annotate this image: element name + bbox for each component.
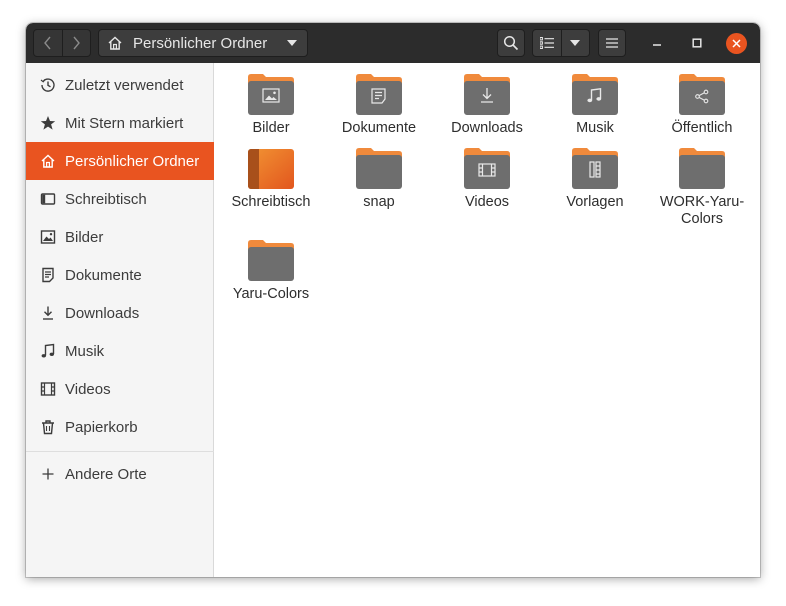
file-label: Dokumente — [341, 120, 417, 136]
sidebar-item-label: Papierkorb — [65, 418, 138, 436]
menu-button[interactable] — [598, 29, 626, 57]
document-icon — [40, 267, 56, 283]
file-label: Öffentlich — [671, 120, 733, 136]
download-icon — [40, 305, 56, 321]
minimize-icon — [653, 44, 661, 46]
chevron-right-icon — [73, 36, 81, 50]
folder-downloads-icon — [464, 74, 510, 115]
sidebar-item-videos[interactable]: Videos — [26, 370, 214, 408]
view-toggle-group — [532, 29, 590, 57]
sidebar-item-desktop[interactable]: Schreibtisch — [26, 180, 214, 218]
folder-item[interactable]: Öffentlich — [654, 72, 750, 137]
sidebar-item-home[interactable]: Persönlicher Ordner — [26, 142, 214, 180]
folder-item[interactable]: Yaru-Colors — [223, 238, 319, 303]
folder-documents-icon — [356, 74, 402, 115]
folder-item[interactable]: Musik — [547, 72, 643, 137]
file-view: Bilder Dokumente Downloads Musik Öffentl… — [215, 63, 760, 577]
sidebar-item-music[interactable]: Musik — [26, 332, 214, 370]
music-icon — [40, 343, 56, 359]
folder-public-share-icon — [679, 74, 725, 115]
sidebar-item-label: Zuletzt verwendet — [65, 76, 184, 94]
sidebar-item-other-places[interactable]: Andere Orte — [26, 455, 214, 493]
folder-item[interactable]: Schreibtisch — [223, 146, 319, 211]
path-label: Persönlicher Ordner — [133, 34, 268, 52]
folder-item[interactable]: Downloads — [439, 72, 535, 137]
hamburger-menu-icon — [606, 38, 618, 48]
image-icon — [40, 229, 56, 245]
close-icon — [732, 39, 741, 48]
file-label: Bilder — [252, 120, 290, 136]
maximize-button[interactable] — [685, 29, 709, 57]
search-button[interactable] — [497, 29, 525, 57]
sidebar-item-label: Persönlicher Ordner — [65, 152, 200, 170]
close-button[interactable] — [726, 33, 747, 54]
sidebar-item-downloads[interactable]: Downloads — [26, 294, 214, 332]
sidebar: Zuletzt verwendet Mit Stern markiert Per… — [26, 63, 214, 577]
header-bar: Persönlicher Ordner — [26, 23, 760, 63]
sidebar-item-trash[interactable]: Papierkorb — [26, 408, 214, 446]
sidebar-item-label: Videos — [65, 380, 111, 398]
file-label: Schreibtisch — [231, 194, 311, 210]
sidebar-item-recent[interactable]: Zuletzt verwendet — [26, 66, 214, 104]
minimize-button[interactable] — [645, 29, 669, 57]
sidebar-item-label: Andere Orte — [65, 465, 147, 483]
folder-icon — [356, 148, 402, 189]
file-label: WORK-Yaru-Colors — [659, 194, 745, 227]
back-button[interactable] — [34, 30, 62, 56]
folder-icon — [679, 148, 725, 189]
folder-item[interactable]: Videos — [439, 146, 535, 211]
folder-item[interactable]: Dokumente — [331, 72, 427, 137]
view-options-button[interactable] — [560, 30, 590, 56]
navigation-buttons — [33, 29, 91, 57]
sidebar-item-label: Musik — [65, 342, 105, 360]
forward-button[interactable] — [61, 30, 91, 56]
folder-item[interactable]: WORK-Yaru-Colors — [654, 146, 750, 228]
maximize-icon — [692, 38, 702, 48]
sidebar-item-label: Downloads — [65, 304, 140, 322]
file-label: Downloads — [451, 120, 523, 136]
file-label: Yaru-Colors — [232, 286, 310, 302]
chevron-left-icon — [43, 36, 51, 50]
home-icon — [40, 153, 56, 169]
star-icon — [40, 115, 56, 131]
sidebar-item-pictures[interactable]: Bilder — [26, 218, 214, 256]
plus-icon — [40, 466, 56, 482]
list-view-icon — [539, 37, 554, 49]
file-label: Videos — [464, 194, 510, 210]
folder-music-icon — [572, 74, 618, 115]
caret-down-icon — [570, 40, 581, 46]
file-label: Musik — [576, 120, 614, 136]
sidebar-item-label: Schreibtisch — [65, 190, 147, 208]
file-label: Vorlagen — [566, 194, 624, 210]
folder-desktop-icon — [248, 149, 294, 189]
file-manager-window: Persönlicher Ordner Zuletzt verwendet Mi… — [26, 23, 760, 577]
sidebar-separator — [26, 451, 214, 452]
search-icon — [503, 35, 519, 51]
file-label: snap — [363, 194, 395, 210]
sidebar-item-label: Dokumente — [65, 266, 142, 284]
desktop-icon — [40, 191, 56, 207]
trash-icon — [40, 419, 56, 435]
location-path-button[interactable]: Persönlicher Ordner — [98, 29, 308, 57]
folder-item[interactable]: Bilder — [223, 72, 319, 137]
film-icon — [40, 381, 56, 397]
caret-down-icon — [287, 40, 297, 46]
clock-icon — [40, 77, 56, 93]
sidebar-item-label: Bilder — [65, 228, 104, 246]
folder-item[interactable]: snap — [331, 146, 427, 211]
sidebar-item-starred[interactable]: Mit Stern markiert — [26, 104, 214, 142]
list-view-button[interactable] — [533, 30, 561, 56]
folder-templates-icon — [572, 148, 618, 189]
folder-pictures-icon — [248, 74, 294, 115]
folder-icon — [248, 240, 294, 281]
folder-videos-icon — [464, 148, 510, 189]
home-icon — [108, 36, 122, 50]
sidebar-item-documents[interactable]: Dokumente — [26, 256, 214, 294]
sidebar-item-label: Mit Stern markiert — [65, 114, 184, 132]
folder-item[interactable]: Vorlagen — [547, 146, 643, 211]
